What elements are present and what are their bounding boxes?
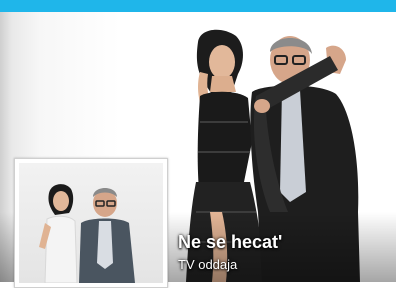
page-header-info: Ne se hecat' TV oddaja xyxy=(178,232,282,272)
page-title[interactable]: Ne se hecat' xyxy=(178,232,282,252)
top-accent-bar xyxy=(0,0,396,12)
profile-image xyxy=(19,163,163,283)
profile-picture[interactable] xyxy=(14,158,168,288)
page-category[interactable]: TV oddaja xyxy=(178,257,282,272)
profile-illustration xyxy=(39,184,135,283)
